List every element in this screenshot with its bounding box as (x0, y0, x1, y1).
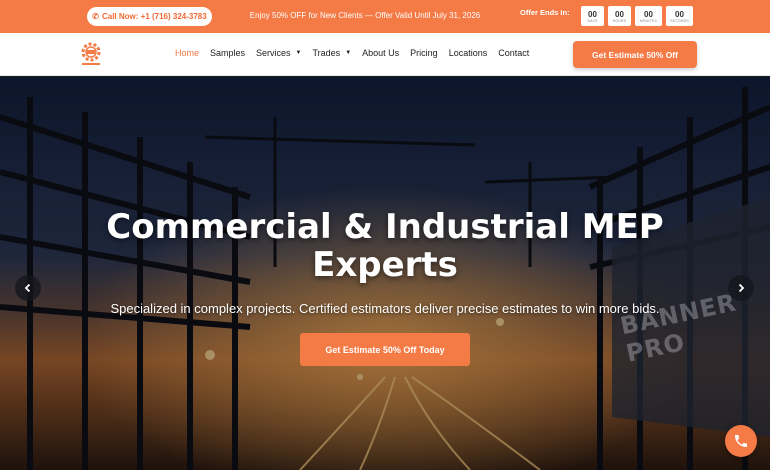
countdown-minutes-value: 00 (644, 9, 653, 19)
countdown-days: 00 DAYS (581, 6, 604, 26)
hero-estimate-button[interactable]: Get Estimate 50% Off Today (300, 333, 470, 366)
chevron-left-icon (24, 283, 31, 293)
gear-logo-icon (81, 42, 101, 65)
nav-home-label: Home (175, 48, 200, 58)
slider-prev-button[interactable] (15, 275, 41, 301)
nav-about-us-label: About Us (362, 48, 400, 58)
chevron-right-icon (738, 283, 745, 293)
nav-samples[interactable]: Samples (210, 48, 245, 58)
offer-ends-label: Offer Ends In: (520, 8, 570, 17)
countdown-days-unit: DAYS (587, 18, 598, 23)
countdown-seconds-unit: SECONDS (670, 18, 689, 23)
countdown-seconds-value: 00 (675, 9, 684, 19)
countdown-hours: 00 HOURS (608, 6, 631, 26)
nav-services[interactable]: Services ▼ (256, 48, 301, 58)
call-now-label: Call Now: +1 (716) 324-3783 (101, 12, 207, 21)
top-promo-bar: ✆ Call Now: +1 (716) 324-3783 Enjoy 50% … (0, 0, 770, 33)
countdown-hours-unit: HOURS (612, 18, 627, 23)
primary-nav: Home Samples Services ▼ Trades ▼ About U… (175, 48, 540, 58)
nav-locations[interactable]: Locations (449, 48, 488, 58)
hero-title-line-2: Experts (312, 245, 458, 285)
hero-title-line-1: Commercial & Industrial MEP (106, 207, 664, 247)
caret-down-icon: ▼ (295, 50, 302, 56)
nav-about-us[interactable]: About Us (362, 48, 399, 58)
countdown-minutes-unit: MINUTES (639, 18, 658, 23)
nav-pricing-label: Pricing (410, 48, 438, 58)
caret-down-icon: ▼ (345, 50, 352, 56)
call-now-button[interactable]: ✆ Call Now: +1 (716) 324-3783 (87, 7, 212, 26)
nav-samples-label: Samples (210, 48, 246, 58)
hero-title: Commercial & Industrial MEP Experts (0, 208, 770, 284)
slider-next-button[interactable] (728, 275, 754, 301)
countdown-timer: 00 DAYS 00 HOURS 00 MINUTES 00 SECONDS (581, 6, 693, 26)
nav-contact-label: Contact (498, 48, 530, 58)
countdown-days-value: 00 (588, 9, 597, 19)
nav-trades-label: Trades (312, 48, 341, 58)
hero-slider: BANNER PRO Commercial & Industrial MEP E… (0, 77, 770, 470)
floating-call-button[interactable] (725, 425, 757, 457)
countdown-seconds: 00 SECONDS (666, 6, 693, 26)
nav-trades[interactable]: Trades ▼ (313, 48, 352, 58)
get-estimate-button[interactable]: Get Estimate 50% Off (573, 41, 697, 68)
countdown-hours-value: 00 (615, 9, 624, 19)
nav-services-label: Services (256, 48, 291, 58)
phone-icon: ✆ (92, 12, 99, 21)
site-logo[interactable] (76, 39, 106, 69)
hero-subtitle: Specialized in complex projects. Certifi… (110, 301, 660, 316)
nav-contact[interactable]: Contact (498, 48, 529, 58)
nav-home[interactable]: Home (175, 48, 199, 58)
promo-text: Enjoy 50% OFF for New Clients — Offer Va… (249, 11, 481, 20)
phone-icon (735, 435, 747, 447)
nav-locations-label: Locations (448, 48, 488, 58)
main-navbar: Home Samples Services ▼ Trades ▼ About U… (0, 33, 770, 76)
countdown-minutes: 00 MINUTES (635, 6, 662, 26)
nav-pricing[interactable]: Pricing (410, 48, 438, 58)
